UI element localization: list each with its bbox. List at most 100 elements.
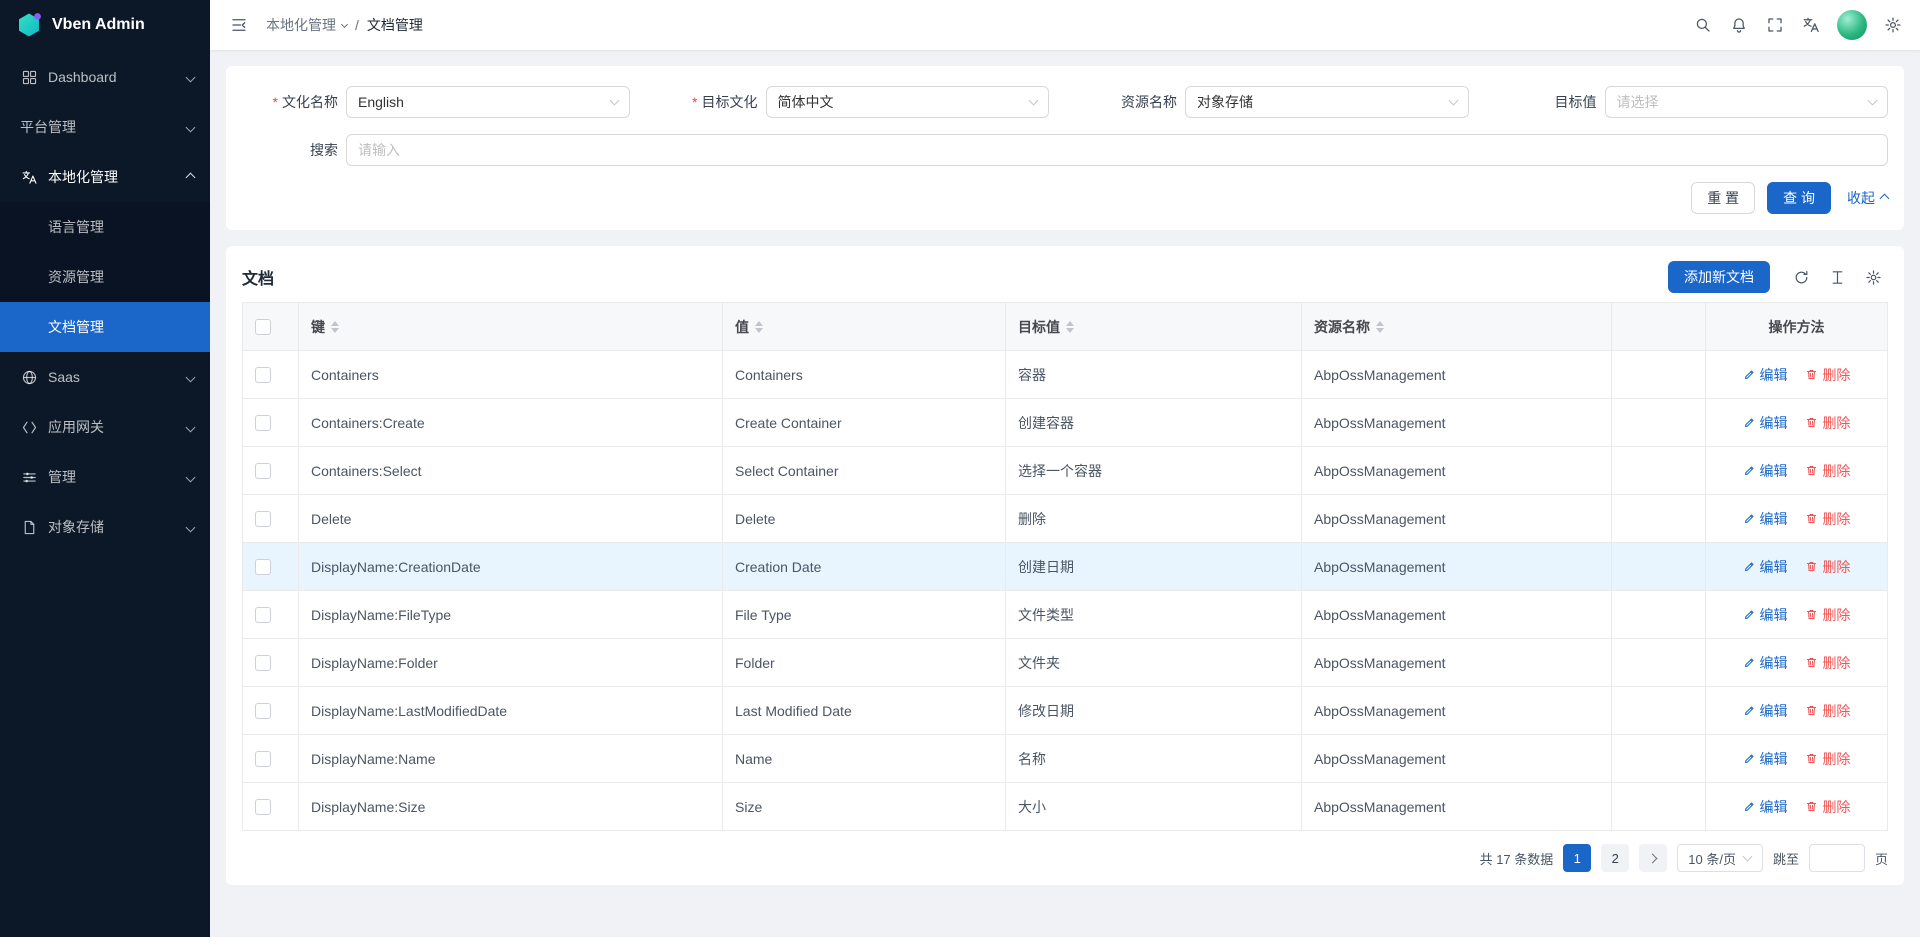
table-row[interactable]: DisplayName:LastModifiedDate Last Modifi…	[243, 687, 1888, 735]
row-checkbox[interactable]	[255, 607, 271, 623]
sidebar-item-platform[interactable]: 平台管理	[0, 102, 210, 152]
sidebar-item-document-management[interactable]: 文档管理	[0, 302, 210, 352]
delete-button[interactable]: 删除	[1805, 653, 1850, 673]
target-value-select[interactable]: 请选择	[1605, 86, 1889, 118]
row-height-icon[interactable]	[1822, 262, 1852, 292]
cell-target: 容器	[1006, 351, 1302, 399]
table-row[interactable]: DisplayName:Folder Folder 文件夹 AbpOssMana…	[243, 639, 1888, 687]
column-header-target[interactable]: 目标值	[1006, 303, 1302, 351]
next-page-button[interactable]	[1639, 844, 1667, 872]
sort-icons[interactable]	[755, 321, 763, 333]
column-header-resource[interactable]: 资源名称	[1302, 303, 1612, 351]
search-input[interactable]	[346, 134, 1888, 166]
sidebar-item-gateway[interactable]: 应用网关	[0, 402, 210, 452]
target-culture-select[interactable]: 简体中文	[766, 86, 1050, 118]
row-checkbox[interactable]	[255, 703, 271, 719]
search-label: 搜索	[242, 140, 346, 160]
table-row[interactable]: Containers Containers 容器 AbpOssManagemen…	[243, 351, 1888, 399]
breadcrumb-parent[interactable]: 本地化管理	[266, 15, 347, 35]
edit-button[interactable]: 编辑	[1743, 365, 1788, 385]
row-checkbox[interactable]	[255, 799, 271, 815]
edit-button[interactable]: 编辑	[1743, 461, 1788, 481]
edit-button[interactable]: 编辑	[1743, 509, 1788, 529]
cell-resource: AbpOssManagement	[1302, 495, 1612, 543]
cell-value: Name	[723, 735, 1006, 783]
edit-button[interactable]: 编辑	[1743, 557, 1788, 577]
chevron-down-icon	[341, 20, 348, 27]
column-header-key[interactable]: 键	[299, 303, 723, 351]
menu-fold-icon[interactable]	[222, 8, 256, 42]
add-document-button[interactable]: 添加新文档	[1668, 261, 1770, 293]
translate-icon[interactable]	[1794, 8, 1828, 42]
row-checkbox[interactable]	[255, 751, 271, 767]
page-button-2[interactable]: 2	[1601, 844, 1629, 872]
delete-button[interactable]: 删除	[1805, 413, 1850, 433]
user-avatar[interactable]	[1837, 10, 1867, 40]
edit-button[interactable]: 编辑	[1743, 413, 1788, 433]
collapse-toggle[interactable]: 收起	[1847, 188, 1888, 208]
edit-button[interactable]: 编辑	[1743, 605, 1788, 625]
culture-name-select[interactable]: English	[346, 86, 630, 118]
row-checkbox[interactable]	[255, 463, 271, 479]
delete-button[interactable]: 删除	[1805, 557, 1850, 577]
search-icon[interactable]	[1686, 8, 1720, 42]
filter-panel: 文化名称 English 目标文化 简体中文	[226, 66, 1904, 230]
delete-button[interactable]: 删除	[1805, 797, 1850, 817]
delete-button[interactable]: 删除	[1805, 461, 1850, 481]
sort-icons[interactable]	[1376, 321, 1384, 333]
edit-button[interactable]: 编辑	[1743, 701, 1788, 721]
sidebar-item-localization[interactable]: 本地化管理	[0, 152, 210, 202]
delete-button[interactable]: 删除	[1805, 749, 1850, 769]
sidebar-item-resource-management[interactable]: 资源管理	[0, 252, 210, 302]
refresh-icon[interactable]	[1786, 262, 1816, 292]
app-logo[interactable]: Vben Admin	[0, 0, 210, 50]
sidebar-item-oss[interactable]: 对象存储	[0, 502, 210, 552]
cell-key: Containers	[299, 351, 723, 399]
sidebar-item-label: 对象存储	[48, 517, 104, 537]
delete-button[interactable]: 删除	[1805, 605, 1850, 625]
edit-button[interactable]: 编辑	[1743, 749, 1788, 769]
page-size-select[interactable]: 10 条/页	[1677, 844, 1763, 872]
fullscreen-icon[interactable]	[1758, 8, 1792, 42]
table-row[interactable]: DisplayName:Size Size 大小 AbpOssManagemen…	[243, 783, 1888, 831]
bell-icon[interactable]	[1722, 8, 1756, 42]
sort-icons[interactable]	[331, 321, 339, 333]
edit-button[interactable]: 编辑	[1743, 653, 1788, 673]
delete-button[interactable]: 删除	[1805, 365, 1850, 385]
table-row[interactable]: Containers:Create Create Container 创建容器 …	[243, 399, 1888, 447]
sort-icons[interactable]	[1066, 321, 1074, 333]
row-checkbox[interactable]	[255, 367, 271, 383]
settings-gear-icon[interactable]	[1876, 8, 1910, 42]
localization-icon	[20, 168, 38, 186]
page-button-1[interactable]: 1	[1563, 844, 1591, 872]
row-checkbox[interactable]	[255, 511, 271, 527]
culture-name-label: 文化名称	[242, 92, 346, 112]
delete-button[interactable]: 删除	[1805, 509, 1850, 529]
row-checkbox[interactable]	[255, 559, 271, 575]
sidebar-item-language-management[interactable]: 语言管理	[0, 202, 210, 252]
table-row[interactable]: DisplayName:Name Name 名称 AbpOssManagemen…	[243, 735, 1888, 783]
jump-page-input[interactable]	[1809, 844, 1865, 872]
row-checkbox[interactable]	[255, 415, 271, 431]
reset-button[interactable]: 重 置	[1691, 182, 1755, 214]
edit-button[interactable]: 编辑	[1743, 797, 1788, 817]
table-row[interactable]: Delete Delete 删除 AbpOssManagement 编辑	[243, 495, 1888, 543]
sidebar-item-dashboard[interactable]: Dashboard	[0, 52, 210, 102]
table-row[interactable]: DisplayName:FileType File Type 文件类型 AbpO…	[243, 591, 1888, 639]
cell-target: 文件夹	[1006, 639, 1302, 687]
delete-button[interactable]: 删除	[1805, 701, 1850, 721]
table-row[interactable]: DisplayName:CreationDate Creation Date 创…	[243, 543, 1888, 591]
table-title: 文档	[242, 265, 274, 289]
sidebar-item-admin[interactable]: 管理	[0, 452, 210, 502]
sidebar-item-saas[interactable]: Saas	[0, 352, 210, 402]
table-row[interactable]: Containers:Select Select Container 选择一个容…	[243, 447, 1888, 495]
topbar-actions	[1686, 8, 1910, 42]
select-all-checkbox[interactable]	[255, 319, 271, 335]
culture-name-field: 文化名称 English	[242, 86, 630, 118]
column-header-value[interactable]: 值	[723, 303, 1006, 351]
row-checkbox[interactable]	[255, 655, 271, 671]
globe-icon	[20, 368, 38, 386]
resource-name-select[interactable]: 对象存储	[1185, 86, 1469, 118]
column-settings-gear-icon[interactable]	[1858, 262, 1888, 292]
query-button[interactable]: 查 询	[1767, 182, 1831, 214]
